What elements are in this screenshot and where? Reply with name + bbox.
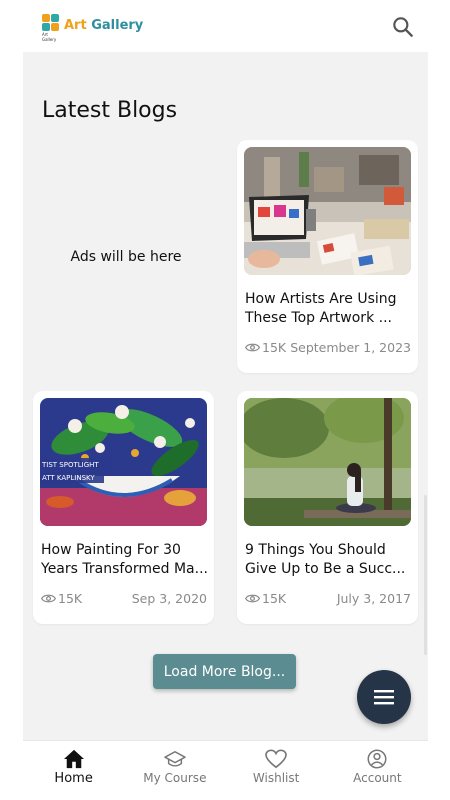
blog-thumbnail-studio	[244, 147, 411, 275]
blog-meta: 15K September 1, 2023	[245, 340, 411, 355]
heart-icon	[265, 749, 287, 769]
eye-icon	[41, 594, 56, 603]
logo-mark-icon: Art Gallery	[42, 14, 60, 42]
menu-icon	[374, 690, 394, 705]
nav-my-course[interactable]: My Course	[124, 741, 225, 797]
blog-meta: 15K July 3, 2017	[245, 591, 411, 606]
nav-label: My Course	[143, 771, 207, 785]
blog-thumbnail-painting: TIST SPOTLIGHT ATT KAPLINSKY	[40, 398, 207, 526]
load-more-button[interactable]: Load More Blog...	[153, 654, 296, 689]
graduation-cap-icon	[164, 751, 186, 767]
home-icon	[63, 749, 84, 769]
blog-card[interactable]: TIST SPOTLIGHT ATT KAPLINSKY How Paintin…	[33, 391, 214, 624]
eye-icon	[245, 343, 260, 352]
blog-date: Sep 3, 2020	[131, 591, 207, 606]
search-icon	[393, 17, 413, 37]
nav-account[interactable]: Account	[327, 741, 428, 797]
top-app-bar: Art Gallery Art Gallery	[0, 0, 450, 52]
app-logo[interactable]: Art Gallery Art Gallery	[42, 14, 144, 42]
blog-title: How Artists Are Using These Top Artwork …	[245, 291, 397, 326]
blog-title: 9 Things You Should Give Up to Be a Succ…	[245, 542, 406, 577]
bottom-navigation: Home My Course Wishlist Account	[23, 740, 428, 797]
section-title: Latest Blogs	[42, 98, 178, 123]
search-button[interactable]	[390, 14, 416, 40]
nav-wishlist[interactable]: Wishlist	[226, 741, 327, 797]
view-count: 15K	[41, 591, 82, 606]
logo-tiny-text: Art Gallery	[42, 32, 57, 42]
blog-title: How Painting For 30 Years Transformed Ma…	[41, 542, 208, 577]
spotlight-banner-line1: TIST SPOTLIGHT	[41, 461, 99, 469]
blog-card[interactable]: 9 Things You Should Give Up to Be a Succ…	[237, 391, 418, 624]
main-content: Latest Blogs Ads will be here How Artist…	[23, 52, 428, 740]
nav-home[interactable]: Home	[23, 741, 124, 797]
blog-meta: 15K Sep 3, 2020	[41, 591, 207, 606]
nav-label: Account	[353, 771, 402, 785]
scroll-edge-indicator	[424, 495, 427, 655]
nav-label: Home	[54, 771, 93, 786]
blog-thumbnail-meditation	[244, 398, 411, 526]
menu-fab-button[interactable]	[357, 670, 411, 724]
view-count: 15K	[245, 591, 286, 606]
ad-placeholder: Ads will be here	[70, 249, 182, 265]
eye-icon	[245, 594, 260, 603]
blog-date: July 3, 2017	[336, 591, 411, 606]
blog-card[interactable]: How Artists Are Using These Top Artwork …	[237, 140, 418, 373]
account-circle-icon	[367, 749, 387, 769]
view-count: 15K	[245, 340, 286, 355]
blog-date: September 1, 2023	[290, 340, 411, 355]
logo-text: Art Gallery	[64, 17, 144, 33]
spotlight-banner-line2: ATT KAPLINSKY	[42, 474, 95, 482]
nav-label: Wishlist	[252, 771, 300, 785]
